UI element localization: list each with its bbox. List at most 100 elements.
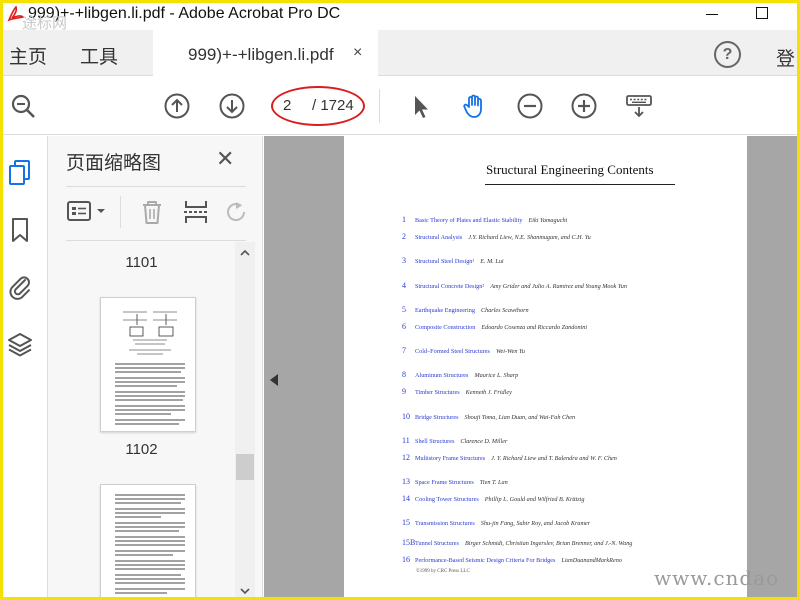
toc-entry-title-link[interactable]: Space Frame Structures [415, 479, 474, 486]
toc-entry-authors: Birger Schmidt, Christian Ingerslev, Bri… [464, 540, 633, 547]
toc-entry-authors: E. M. Lui [480, 258, 504, 265]
delete-page-icon[interactable] [138, 198, 166, 226]
toc-entry-number: 12 [402, 453, 410, 462]
toc-entry-title-link[interactable]: Cooling Tower Structures [415, 496, 479, 503]
toc-entry[interactable]: 2 Structural Analysis J.Y. Richard Liew, N… [402, 232, 591, 242]
thumbnail-page-1102[interactable] [100, 484, 196, 600]
toolbar-divider [379, 89, 380, 123]
toc-entry-number: 15 [402, 518, 410, 527]
help-button[interactable]: ? [714, 41, 741, 68]
toc-entry-title-link[interactable]: Basic Theory of Plates and Elastic Stabi… [415, 217, 522, 224]
toc-entry-title-link[interactable]: Composite Construction [415, 324, 475, 331]
zoom-in-icon[interactable] [571, 93, 597, 119]
toolbar: 2 / 1724 [0, 77, 800, 135]
copyright-notice: ©1999 by CRC Press LLC [416, 569, 470, 574]
toc-entry-authors: Charles Scawthorn [480, 307, 529, 314]
toc-entry-authors: Phillip L. Gould and Wilfried B. Krätzig [484, 496, 585, 503]
toc-entry[interactable]: 6 Composite Construction Edoardo Cosenza a… [402, 322, 587, 332]
next-page-icon[interactable] [219, 93, 245, 119]
bookmarks-icon[interactable] [6, 216, 34, 244]
toc-entry-title-link[interactable]: Structural Concrete Design² [415, 283, 484, 290]
toc-entry-number: 8 [402, 370, 406, 379]
panel-toolbar-divider [120, 196, 121, 228]
toc-entry[interactable]: 8 Aluminum Structures Maurice L. Sharp [402, 370, 518, 380]
toc-entry-authors: Wei-Wen Yu [495, 348, 525, 355]
maximize-button[interactable] [756, 7, 768, 19]
keyboard-input-icon[interactable] [626, 93, 652, 119]
toc-entry[interactable]: 13 Space Frame Structures Tien T. Lan [402, 477, 508, 487]
toc-entry-number: 5 [402, 305, 406, 314]
insert-page-icon[interactable] [182, 198, 210, 226]
toc-entry[interactable]: 5 Earthquake Engineering Charles Scawthorn [402, 305, 529, 315]
toc-entry-title-link[interactable]: Structural Steel Design¹ [415, 258, 474, 265]
toc-entry[interactable]: 10 Bridge Structures Shouji Toma, Lian Dua… [402, 412, 575, 422]
rotate-page-icon[interactable] [222, 198, 250, 226]
toc-entry-title-link[interactable]: Cold–Formed Steel Structures [415, 348, 490, 355]
hand-tool-icon[interactable] [461, 93, 487, 119]
toc-entry-number: 16 [402, 555, 410, 564]
page-thumbnails-panel: 页面缩略图 ✕ 1101 1102 [48, 136, 263, 600]
toc-entry-title-link[interactable]: Structural Analysis [415, 234, 462, 241]
attachments-paperclip-icon[interactable] [6, 272, 34, 300]
toc-entry-authors: Edoardo Cosenza and Riccardo Zandonini [481, 324, 588, 331]
panel-divider-top [66, 186, 246, 187]
toc-entry[interactable]: 14 Cooling Tower Structures Phillip L. Gou… [402, 494, 584, 504]
toc-entry-title-link[interactable]: Transmission Structures [415, 520, 475, 527]
toc-entry-title-link[interactable]: Shell Structures [415, 438, 454, 445]
pdf-page[interactable]: Structural Engineering Contents 1 Basic T… [344, 136, 747, 600]
toc-entry-authors: Shouji Toma, Lian Duan, and Wai-Fah Chen [464, 414, 576, 421]
scroll-up-arrow-icon[interactable] [239, 246, 251, 258]
toc-entry[interactable]: 11 Shell Structures Clarence D. Miller [402, 436, 507, 446]
toc-entry[interactable]: 1 Basic Theory of Plates and Elastic Stab… [402, 215, 567, 225]
minimize-button[interactable] [703, 4, 723, 24]
page-thumbnails-icon[interactable] [6, 158, 34, 186]
tab-home[interactable]: 主页 [9, 42, 47, 69]
toc-entry-authors: Amy Grider and Julio A. Ramirez and Youn… [490, 283, 627, 290]
toc-entry[interactable]: 4 Structural Concrete Design² Amy Grider a… [402, 281, 627, 291]
toc-entry[interactable]: 7 Cold–Formed Steel Structures Wei-Wen Yu [402, 346, 525, 356]
toc-entry-number: 6 [402, 322, 406, 331]
toc-entry[interactable]: 3 Structural Steel Design¹ E. M. Lui [402, 256, 504, 266]
toc-entry-title-link[interactable]: Multistory Frame Structures [415, 455, 485, 462]
toc-entry-title-link[interactable]: Tunnel Structures [415, 540, 459, 547]
tab-tools[interactable]: 工具 [80, 42, 118, 69]
document-view[interactable]: Structural Engineering Contents 1 Basic T… [264, 136, 800, 600]
layers-icon[interactable] [6, 330, 34, 358]
scroll-down-arrow-icon[interactable] [239, 584, 251, 596]
toc-entry[interactable]: 9 Timber Structures Kenneth J. Fridley [402, 387, 512, 397]
close-panel-button[interactable]: ✕ [216, 146, 234, 172]
select-cursor-icon[interactable] [408, 93, 434, 119]
toc-entry-authors: Maurice L. Sharp [474, 372, 519, 379]
thumbnail-scrollbar[interactable] [235, 242, 255, 600]
toc-entry-title-link[interactable]: Timber Structures [415, 389, 460, 396]
toc-entry-authors: Tien T. Lan [479, 479, 508, 486]
title-bar: 途标网 999)+-+libgen.li.pdf - Adobe Acrobat… [0, 0, 800, 32]
toc-entry-title-link[interactable]: Performance-Based Seismic Design Criteri… [415, 557, 555, 564]
collapse-panel-arrow-icon[interactable] [270, 374, 278, 386]
close-tab-button[interactable]: × [353, 44, 362, 62]
toc-entry-number: 13 [402, 477, 410, 486]
toc-entry-title-link[interactable]: Earthquake Engineering [415, 307, 475, 314]
zoom-out-icon[interactable] [517, 93, 543, 119]
login-button[interactable]: 登 [776, 44, 795, 71]
thumbnail-list[interactable]: 1101 1102 [48, 242, 235, 600]
watermark-bottom-right: www.cndao [654, 566, 780, 590]
toc-entry[interactable]: 15BTunnel Structures Birger Schmidt, Chri… [402, 538, 632, 548]
toc-entry-number: 14 [402, 494, 410, 503]
toc-entry[interactable]: 12 Multistory Frame Structures J. Y. Richa… [402, 453, 617, 463]
toc-entry-number: 11 [402, 436, 410, 445]
toc-entry-number: 3 [402, 256, 406, 265]
toc-entry-authors: Eiki Yamaguchi [528, 217, 568, 224]
toc-entry[interactable]: 15 Transmission Structures Shu-jin Fang, S… [402, 518, 590, 528]
toc-entry-title-link[interactable]: Aluminum Structures [415, 372, 468, 379]
tab-document[interactable]: 999)+-+libgen.li.pdf × [153, 30, 378, 76]
toc-entry[interactable]: 16 Performance-Based Seismic Design Crite… [402, 555, 622, 565]
scrollbar-thumb[interactable] [236, 454, 254, 480]
thumbnail-page-1101[interactable] [100, 297, 196, 432]
toc-entry-title-link[interactable]: Bridge Structures [415, 414, 458, 421]
thumbnail-options-icon[interactable] [66, 198, 110, 226]
toc-entry-authors: Shu-jin Fang, Subir Roy, and Jacob Krame… [480, 520, 591, 527]
previous-page-icon[interactable] [164, 93, 190, 119]
watermark-top-left: 途标网 [22, 14, 68, 32]
zoom-search-icon[interactable] [10, 93, 36, 119]
